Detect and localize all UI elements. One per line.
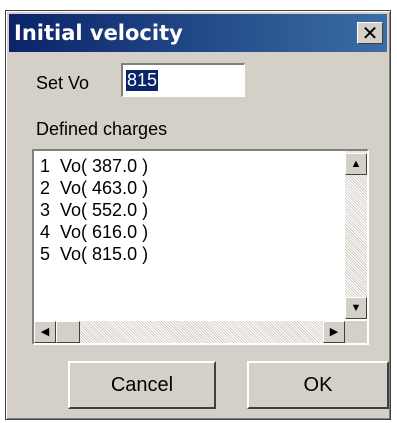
defined-charges-label: Defined charges [36, 119, 168, 139]
horizontal-scrollbar[interactable]: ◀ ▶ [34, 321, 345, 343]
vo-input-value: 815 [126, 70, 159, 91]
list-item[interactable]: 5 Vo( 815.0 ) [40, 243, 148, 265]
horizontal-scroll-thumb[interactable] [56, 321, 80, 343]
scroll-right-icon[interactable]: ▶ [323, 321, 345, 343]
scroll-up-icon[interactable]: ▲ [345, 153, 367, 175]
scroll-down-icon[interactable]: ▼ [345, 297, 367, 319]
list-item[interactable]: 4 Vo( 616.0 ) [40, 221, 148, 243]
vo-input[interactable]: 815 [121, 63, 245, 97]
scrollbar-corner [345, 321, 367, 343]
scroll-left-icon[interactable]: ◀ [34, 321, 56, 343]
charges-listbox[interactable]: 1 Vo( 387.0 ) 2 Vo( 463.0 ) 3 Vo( 552.0 … [32, 149, 369, 345]
initial-velocity-dialog: Initial velocity ✕ Set Vo 815 Defined ch… [5, 10, 391, 420]
list-item[interactable]: 2 Vo( 463.0 ) [40, 177, 148, 199]
list-item[interactable]: 1 Vo( 387.0 ) [40, 155, 148, 177]
window-title: Initial velocity [14, 21, 183, 45]
cancel-button[interactable]: Cancel [68, 361, 216, 409]
close-icon[interactable]: ✕ [357, 22, 383, 44]
list-item[interactable]: 3 Vo( 552.0 ) [40, 199, 148, 221]
title-bar[interactable]: Initial velocity ✕ [9, 14, 387, 52]
ok-button[interactable]: OK [247, 361, 389, 409]
vertical-scrollbar[interactable]: ▲ ▼ [345, 151, 367, 319]
set-vo-label: Set Vo [36, 73, 90, 93]
